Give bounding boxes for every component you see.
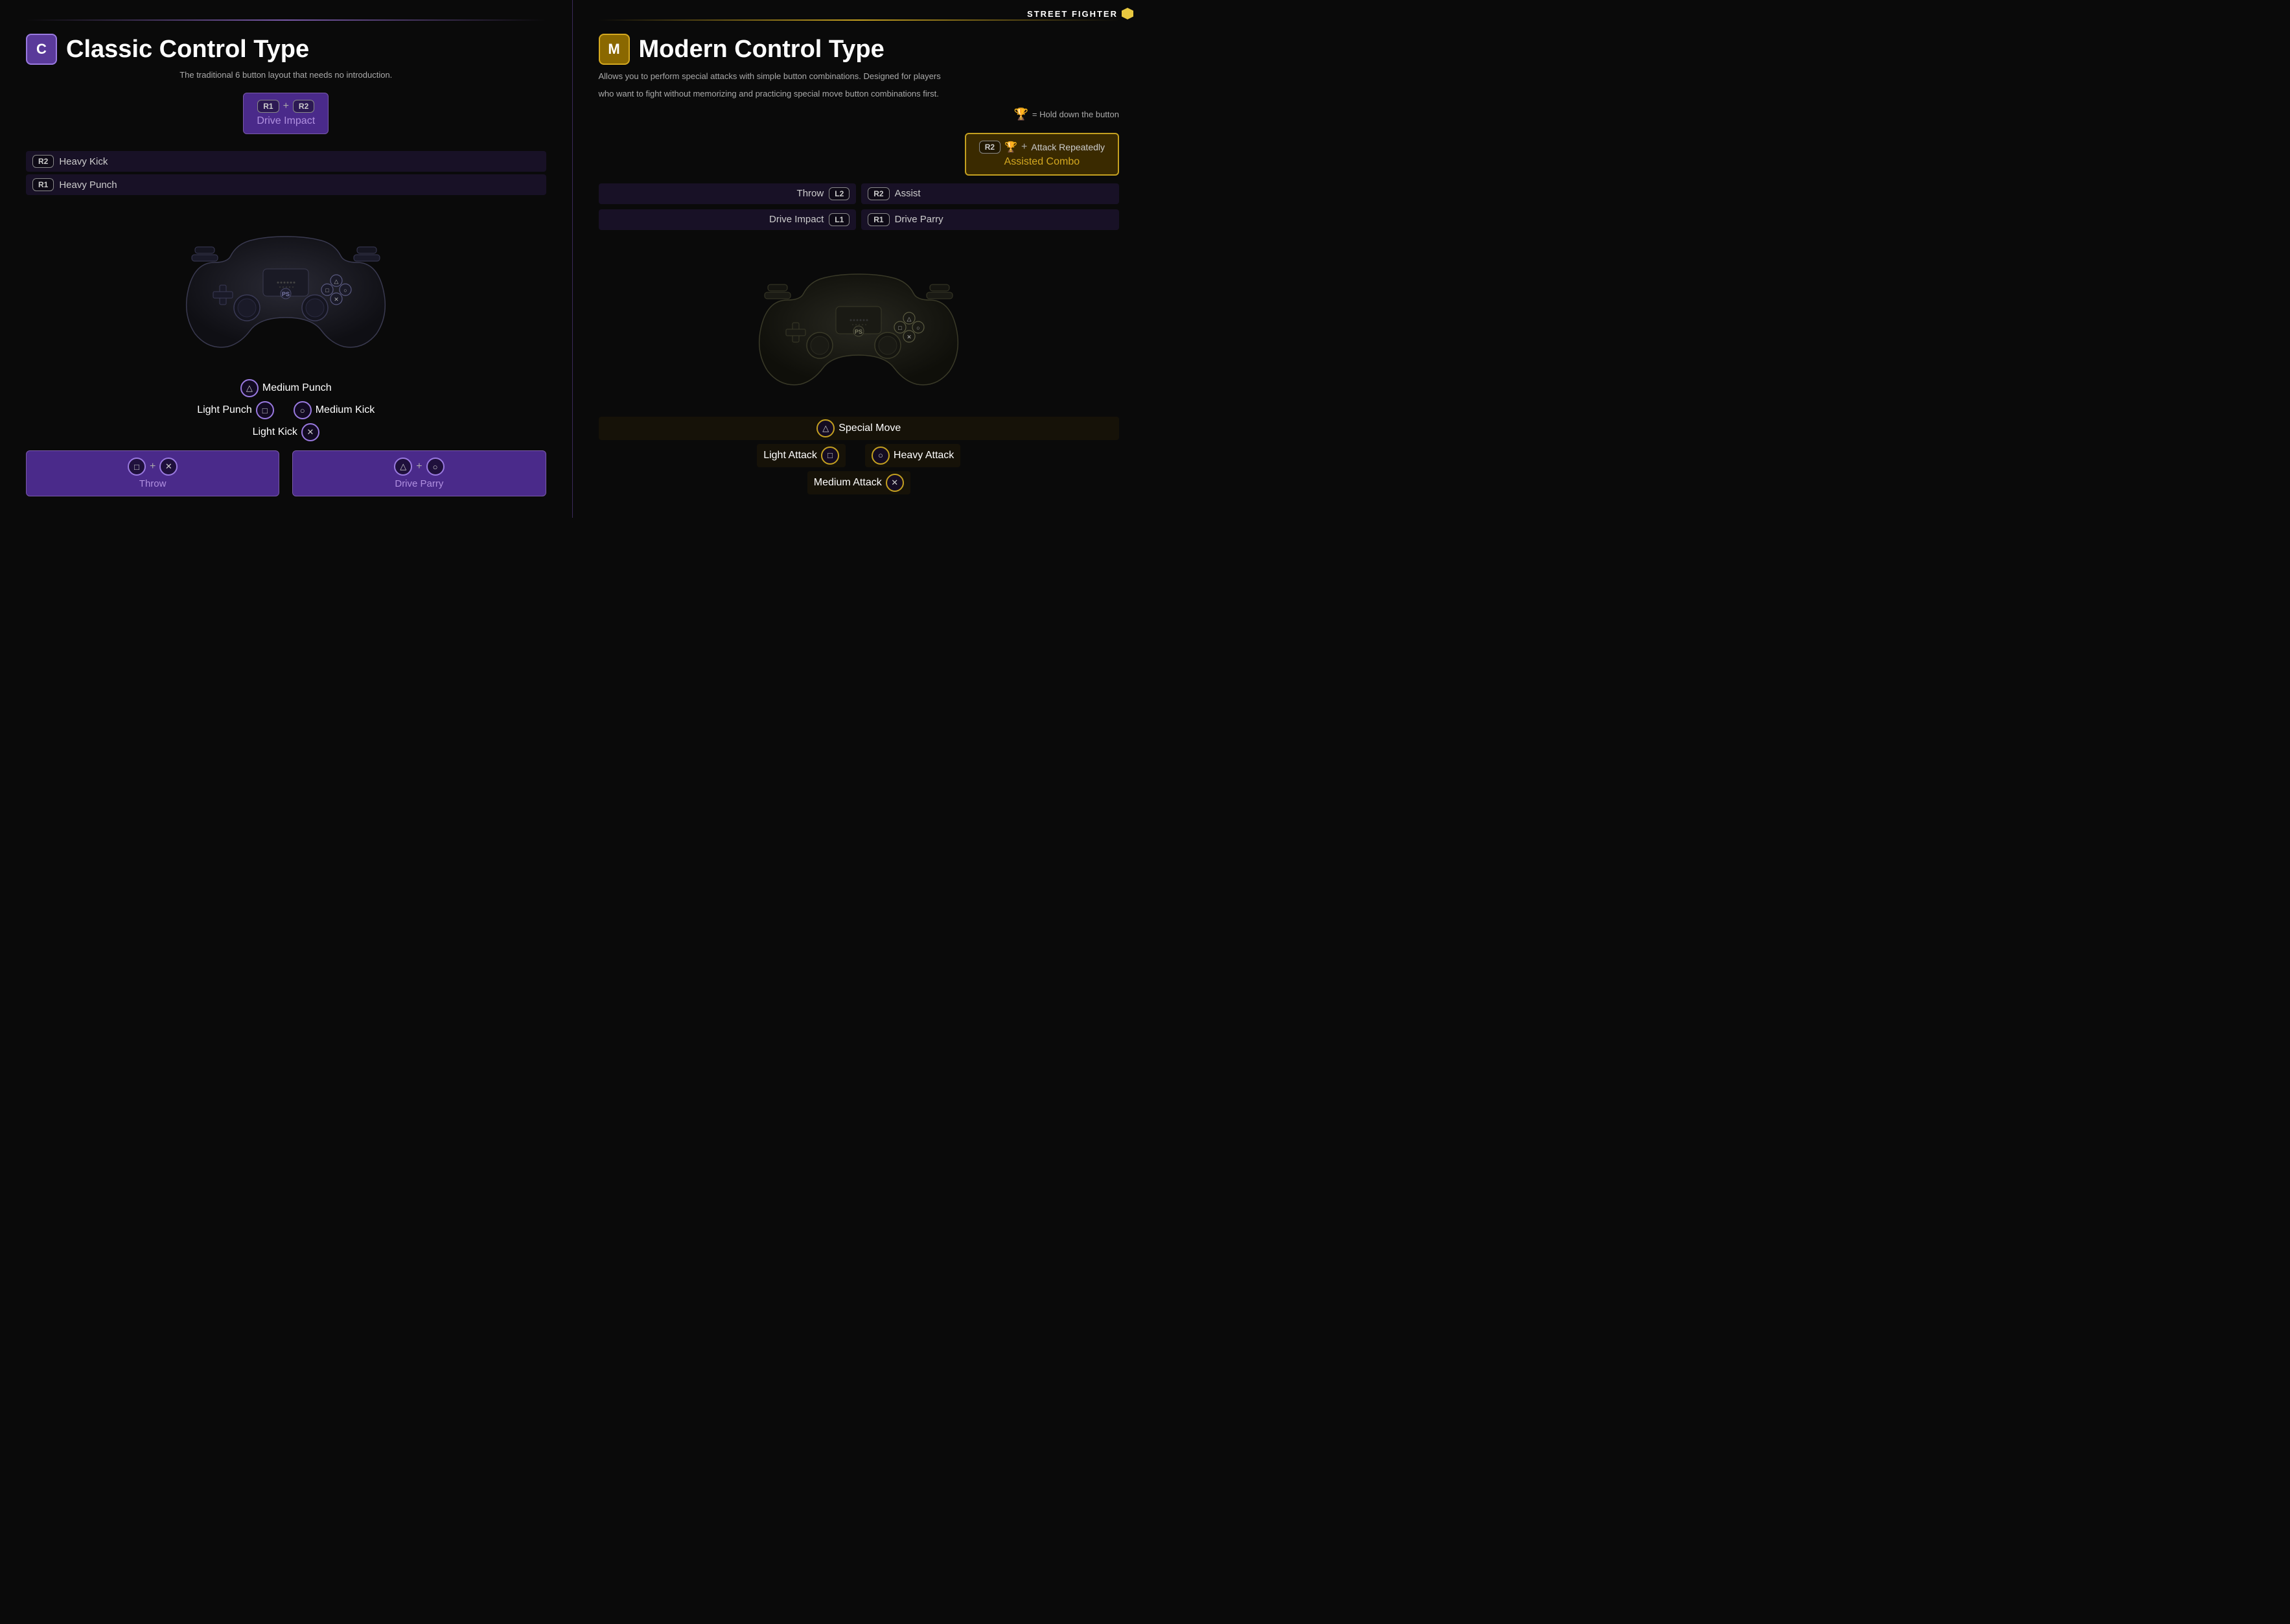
modern-light-attack-item: Light Attack □ — [757, 444, 846, 467]
classic-drive-parry-keys: △ + ○ — [299, 458, 538, 476]
svg-text:✕: ✕ — [334, 296, 339, 303]
classic-drive-impact-label: Drive Impact — [257, 115, 315, 127]
modern-panel: M Modern Control Type Allows you to perf… — [573, 0, 1146, 518]
classic-subtitle: The traditional 6 button layout that nee… — [26, 70, 546, 80]
classic-bottom-buttons: △ Medium Punch Light Punch □ ○ Medium Ki… — [26, 379, 546, 441]
classic-combo-row: □ + ✕ Throw △ + ○ Drive Parry — [26, 450, 546, 496]
circle-btn: ○ — [294, 401, 312, 419]
modern-subtitle-1: Allows you to perform special attacks wi… — [599, 70, 1120, 84]
r2-badge: R2 — [32, 155, 54, 168]
square-btn-modern: □ — [821, 447, 839, 465]
svg-text:○: ○ — [344, 287, 347, 294]
modern-section-title: M Modern Control Type — [599, 34, 1120, 65]
modern-drive-impact-row: Drive Impact L1 — [599, 209, 857, 230]
light-punch-label-text: Light Punch — [197, 404, 252, 416]
l2-badge: L2 — [829, 187, 850, 200]
hold-note-text: = Hold down the button — [1032, 110, 1119, 119]
heavy-punch-label: Heavy Punch — [59, 180, 117, 191]
throw-label-modern: Throw — [797, 188, 824, 199]
modern-heavy-attack-item: ○ Heavy Attack — [865, 444, 960, 467]
modern-special-move-row: △ Special Move — [599, 417, 1120, 440]
medium-attack-label: Medium Attack — [814, 477, 882, 489]
classic-section-title: C Classic Control Type — [26, 34, 546, 65]
triangle-btn: △ — [240, 379, 259, 397]
classic-throw-keys: □ + ✕ — [33, 458, 272, 476]
svg-text:□: □ — [326, 287, 330, 294]
r1-badge-modern: R1 — [868, 213, 889, 226]
classic-title: Classic Control Type — [66, 36, 309, 64]
modern-medium-attack-item: Medium Attack ✕ — [807, 471, 910, 494]
modern-controller-area: PS △ ○ ✕ □ — [599, 235, 1120, 410]
modern-drive-parry-row: R1 Drive Parry — [861, 209, 1119, 230]
svg-text:PS: PS — [855, 329, 862, 335]
modern-medium-attack-row: Medium Attack ✕ — [599, 471, 1120, 494]
trophy-icon: 🏆 — [1014, 108, 1028, 121]
drive-impact-label-modern: Drive Impact — [769, 214, 824, 225]
attack-repeatedly-text: Attack Repeatedly — [1031, 142, 1105, 152]
classic-drive-parry-label: Drive Parry — [299, 478, 538, 489]
cross-btn-modern: ✕ — [886, 474, 904, 492]
main-layout: C Classic Control Type The traditional 6… — [0, 0, 1145, 518]
classic-throw-label: Throw — [33, 478, 272, 489]
classic-drive-impact-keys: R1 + R2 — [257, 100, 315, 113]
cross-btn: ✕ — [301, 423, 319, 441]
svg-text:✕: ✕ — [907, 334, 912, 340]
classic-light-kick-row: Light Kick ✕ — [26, 423, 546, 441]
modern-controller-svg: PS △ ○ ✕ □ — [748, 248, 969, 397]
light-attack-label: Light Attack — [763, 450, 817, 461]
triangle-btn-modern: △ — [816, 419, 835, 437]
classic-light-punch-item: Light Punch □ — [197, 401, 274, 419]
square-btn: □ — [256, 401, 274, 419]
assisted-combo-box: R2 🏆 + Attack Repeatedly Assisted Combo — [965, 133, 1119, 176]
classic-controller-area: PS △ ○ ✕ □ — [26, 198, 546, 373]
svg-text:□: □ — [899, 325, 903, 331]
modern-subtitle-2: who want to fight without memorizing and… — [599, 87, 1120, 101]
classic-light-kick-item: Light Kick ✕ — [253, 423, 319, 441]
modern-badge: M — [599, 34, 630, 65]
r2-key-modern: R2 — [979, 141, 1000, 154]
drive-parry-label: Drive Parry — [895, 214, 943, 225]
classic-medium-punch-item: △ Medium Punch — [240, 379, 332, 397]
heavy-attack-label: Heavy Attack — [894, 450, 954, 461]
modern-assist-row: R2 Assist — [861, 183, 1119, 204]
medium-punch-label: Medium Punch — [262, 382, 332, 394]
medium-kick-label: Medium Kick — [316, 404, 375, 416]
svg-text:△: △ — [907, 316, 912, 322]
heavy-kick-label: Heavy Kick — [59, 156, 108, 167]
classic-heavy-kick-row: R2 Heavy Kick — [26, 151, 546, 172]
l1-badge: L1 — [829, 213, 850, 226]
classic-panel: C Classic Control Type The traditional 6… — [0, 0, 573, 518]
modern-throw-row: Throw L2 — [599, 183, 857, 204]
classic-drive-impact-box: R1 + R2 Drive Impact — [243, 93, 329, 134]
special-move-label: Special Move — [839, 423, 901, 434]
hold-note: 🏆 = Hold down the button — [599, 108, 1120, 121]
light-kick-label: Light Kick — [253, 426, 297, 438]
r1-key: R1 — [257, 100, 279, 113]
classic-throw-box: □ + ✕ Throw — [26, 450, 279, 496]
classic-badge: C — [26, 34, 57, 65]
r2-key: R2 — [293, 100, 314, 113]
trophy-key: 🏆 — [1004, 141, 1017, 154]
classic-drive-parry-box: △ + ○ Drive Parry — [292, 450, 546, 496]
modern-bottom-buttons: △ Special Move Light Attack □ ○ Heavy At… — [599, 417, 1120, 494]
svg-text:○: ○ — [917, 325, 920, 331]
classic-controller-svg: PS △ ○ ✕ □ — [176, 211, 396, 360]
r1-badge: R1 — [32, 178, 54, 191]
r2-badge-modern: R2 — [868, 187, 889, 200]
svg-text:△: △ — [334, 278, 339, 284]
assisted-combo-label: Assisted Combo — [979, 156, 1105, 168]
assisted-combo-keys: R2 🏆 + Attack Repeatedly — [979, 141, 1105, 154]
assist-label: Assist — [895, 188, 921, 199]
classic-heavy-punch-row: R1 Heavy Punch — [26, 174, 546, 195]
svg-text:PS: PS — [282, 291, 290, 297]
classic-medium-punch-row: △ Medium Punch — [26, 379, 546, 397]
modern-special-move-item: △ Special Move — [816, 419, 901, 437]
circle-btn-modern: ○ — [872, 447, 890, 465]
modern-title: Modern Control Type — [639, 36, 885, 64]
classic-medium-kick-item: ○ Medium Kick — [294, 401, 375, 419]
